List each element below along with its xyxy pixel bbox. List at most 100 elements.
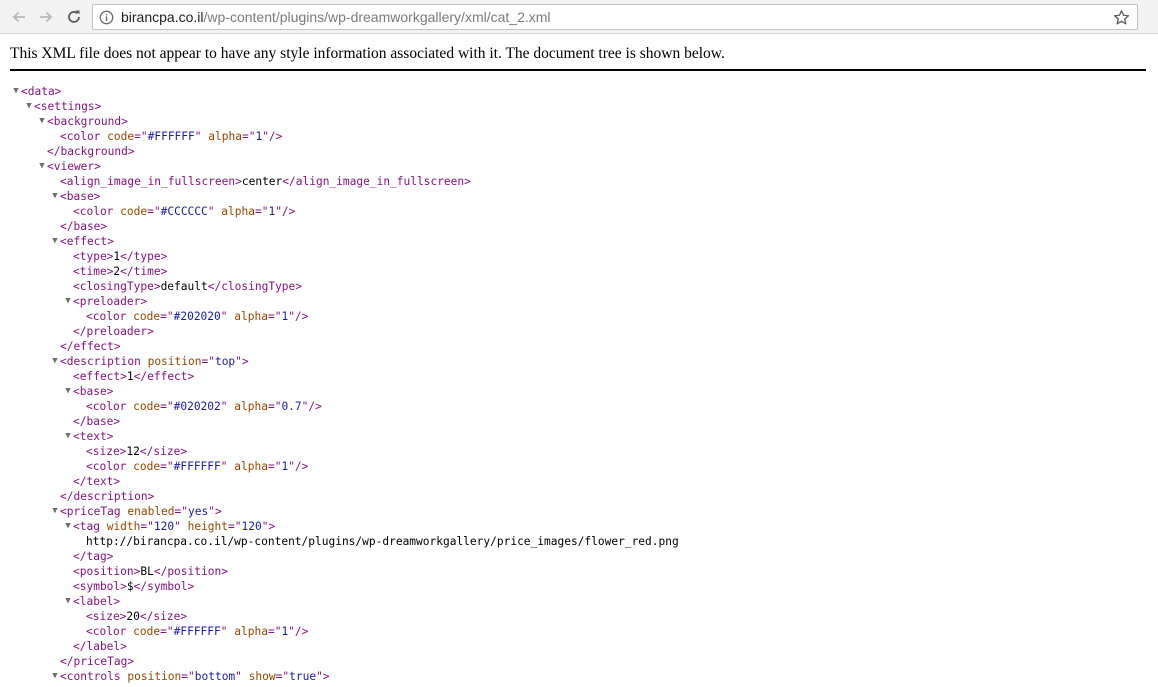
xml-tag: " [207, 205, 215, 218]
xml-tag: <label> [73, 595, 121, 608]
bookmark-star-icon[interactable] [1113, 9, 1130, 26]
xml-line-content: <time>2</time> [73, 264, 167, 279]
collapse-triangle-icon[interactable]: ▼ [63, 294, 73, 309]
xml-tag: <color [86, 310, 127, 323]
xml-line-content: <closingType>default</closingType> [73, 279, 302, 294]
xml-tag: </description> [60, 490, 155, 503]
xml-tag: "> [261, 520, 276, 533]
xml-text: http://birancpa.co.il/wp-content/plugins… [86, 535, 679, 548]
xml-line-content: <size>20</size> [86, 609, 187, 624]
xml-line-content: <base> [60, 189, 100, 204]
xml-tag: =" [134, 130, 148, 143]
xml-line: <color code="#FFFFFF" alpha="1"/> [0, 129, 1158, 144]
collapse-triangle-icon[interactable]: ▼ [50, 234, 60, 249]
reload-button[interactable] [63, 6, 85, 28]
collapse-triangle-icon[interactable]: ▼ [11, 84, 21, 99]
xml-tag: </preloader> [73, 325, 154, 338]
xml-line-content: <description position="top"> [60, 354, 249, 369]
xml-tag: =" [254, 205, 269, 218]
collapse-triangle-icon[interactable]: ▼ [63, 519, 73, 534]
xml-tag: "> [235, 355, 249, 368]
xml-line: ▼ <base> [0, 384, 1158, 399]
xml-text [181, 520, 188, 533]
xml-attr-name: width [106, 520, 141, 533]
xml-tag: </type> [120, 250, 168, 263]
collapse-triangle-icon[interactable]: ▼ [37, 114, 47, 129]
xml-tag: <symbol> [73, 580, 127, 593]
xml-tag: <effect> [73, 370, 127, 383]
xml-tag: =" [160, 460, 174, 473]
xml-document-tree: ▼ <data> ▼ <settings> ▼ <background> <color co… [0, 84, 1158, 684]
xml-line-content: </effect> [60, 339, 121, 354]
xml-line: </priceTag> [0, 654, 1158, 669]
xml-tag: <color [60, 130, 101, 143]
xml-attr-value: #202020 [173, 310, 221, 323]
xml-attr-name: alpha [221, 205, 255, 218]
xml-attr-value: #FFFFFF [173, 460, 221, 473]
collapse-triangle-icon[interactable]: ▼ [50, 354, 60, 369]
xml-attr-name: alpha [234, 625, 268, 638]
collapse-triangle-icon[interactable]: ▼ [24, 99, 34, 114]
collapse-triangle-icon[interactable]: ▼ [50, 504, 60, 519]
collapse-triangle-icon[interactable]: ▼ [63, 384, 73, 399]
xml-tag: </closingType> [207, 280, 303, 293]
xml-line: <effect>1</effect> [0, 369, 1158, 384]
xml-tag: <closingType> [73, 280, 161, 293]
divider [10, 69, 1146, 71]
xml-tag: <effect> [60, 235, 114, 248]
xml-line: <symbol>$</symbol> [0, 579, 1158, 594]
xml-line-content: <size>12</size> [86, 444, 187, 459]
collapse-triangle-icon[interactable]: ▼ [63, 594, 73, 609]
xml-attr-value: true [289, 670, 317, 683]
xml-line-content: </tag> [73, 549, 113, 564]
xml-tag: <align_image_in_fullscreen> [60, 175, 242, 188]
xml-tag: "/> [288, 310, 309, 323]
xml-line: ▼ <effect> [0, 234, 1158, 249]
xml-tag: <viewer> [47, 160, 101, 173]
reload-icon [68, 10, 80, 23]
back-button[interactable] [8, 6, 30, 28]
xml-line: <align_image_in_fullscreen>center</align… [0, 174, 1158, 189]
xml-tag: =" [201, 355, 215, 368]
xml-tag: </priceTag> [60, 655, 135, 668]
xml-tag: "> [316, 670, 330, 683]
xml-line: ▼ <base> [0, 189, 1158, 204]
xml-tag: " [220, 460, 228, 473]
info-icon[interactable] [99, 10, 114, 25]
xml-line: <closingType>default</closingType> [0, 279, 1158, 294]
xml-tag: " [220, 625, 228, 638]
collapse-triangle-icon[interactable]: ▼ [50, 189, 60, 204]
xml-line: <color code="#202020" alpha="1"/> [0, 309, 1158, 324]
xml-tag: </tag> [73, 550, 114, 563]
collapse-triangle-icon[interactable]: ▼ [63, 429, 73, 444]
collapse-triangle-icon[interactable]: ▼ [50, 669, 60, 684]
address-bar[interactable]: birancpa.co.il/wp-content/plugins/wp-dre… [92, 4, 1138, 30]
xml-line-content: </text> [73, 474, 120, 489]
xml-line-content: <effect>1</effect> [73, 369, 194, 384]
xml-text [141, 355, 148, 368]
xml-attr-name: show [248, 670, 276, 683]
xml-line-content: <color code="#FFFFFF" alpha="1"/> [60, 129, 282, 144]
xml-line-content: <position>BL</position> [73, 564, 228, 579]
xml-line-content: <controls position="bottom" show="true"> [60, 669, 330, 684]
xml-tag: =" [267, 310, 282, 323]
xml-tag: </time> [120, 265, 168, 278]
xml-line: <size>12</size> [0, 444, 1158, 459]
xml-line-content: <tag width="120" height="120"> [73, 519, 275, 534]
forward-button[interactable] [35, 6, 57, 28]
xml-tag: </effect> [133, 370, 195, 383]
url-text[interactable]: birancpa.co.il/wp-content/plugins/wp-dre… [121, 9, 551, 26]
xml-line-content: <symbol>$</symbol> [73, 579, 194, 594]
xml-line: </description> [0, 489, 1158, 504]
xml-attr-name: code [133, 625, 161, 638]
xml-style-notice: This XML file does not appear to have an… [10, 45, 725, 62]
xml-tag: <background> [47, 115, 128, 128]
xml-line: ▼ <priceTag enabled="yes"> [0, 504, 1158, 519]
xml-tag: "/> [288, 625, 309, 638]
xml-attr-name: code [133, 310, 161, 323]
xml-attr-name: code [133, 460, 161, 473]
collapse-triangle-icon[interactable]: ▼ [37, 159, 47, 174]
xml-tag: =" [267, 625, 282, 638]
xml-text: center [241, 175, 283, 188]
xml-line: <time>2</time> [0, 264, 1158, 279]
